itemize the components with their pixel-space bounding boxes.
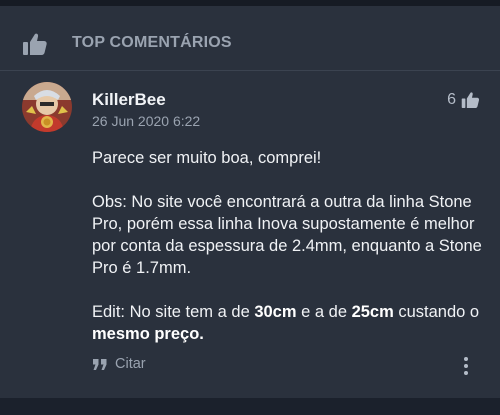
quote-button[interactable]: Citar [92, 356, 146, 372]
comment-body: Parece ser muito boa, comprei! Obs: No s… [92, 147, 490, 367]
comment-paragraph: Edit: No site tem a de 30cm e a de 25cm … [92, 301, 490, 345]
thumbs-up-icon [461, 92, 480, 109]
more-options-icon[interactable] [460, 356, 472, 376]
quote-icon [93, 358, 107, 370]
like-button[interactable]: 6 [447, 90, 480, 110]
comment-text: Edit: No site tem a de [92, 303, 255, 321]
comments-card: TOP COMENTÁRIOS KillerBee 26 Jun 2020 6:… [0, 6, 500, 398]
comment-bold-text: 25cm [351, 303, 394, 321]
comment-paragraph: Parece ser muito boa, comprei! [92, 149, 322, 167]
header-divider [0, 70, 500, 71]
comment-timestamp: 26 Jun 2020 6:22 [92, 113, 201, 129]
thumbs-up-icon [23, 33, 47, 55]
avatar-image [22, 82, 72, 132]
comment-bold-text: mesmo preço. [92, 325, 204, 343]
comment-author[interactable]: KillerBee [92, 90, 166, 110]
avatar[interactable] [22, 82, 72, 132]
quote-label: Citar [115, 356, 146, 372]
comment-bold-text: 30cm [254, 303, 297, 321]
section-title: TOP COMENTÁRIOS [72, 34, 232, 51]
comment-paragraph: Obs: No site você encontrará a outra da … [92, 193, 482, 277]
bottom-bar [0, 398, 500, 415]
comment-text: e a de [296, 303, 352, 321]
comment-text: custando o [393, 303, 480, 321]
section-header: TOP COMENTÁRIOS [0, 6, 500, 70]
like-count: 6 [447, 91, 456, 108]
